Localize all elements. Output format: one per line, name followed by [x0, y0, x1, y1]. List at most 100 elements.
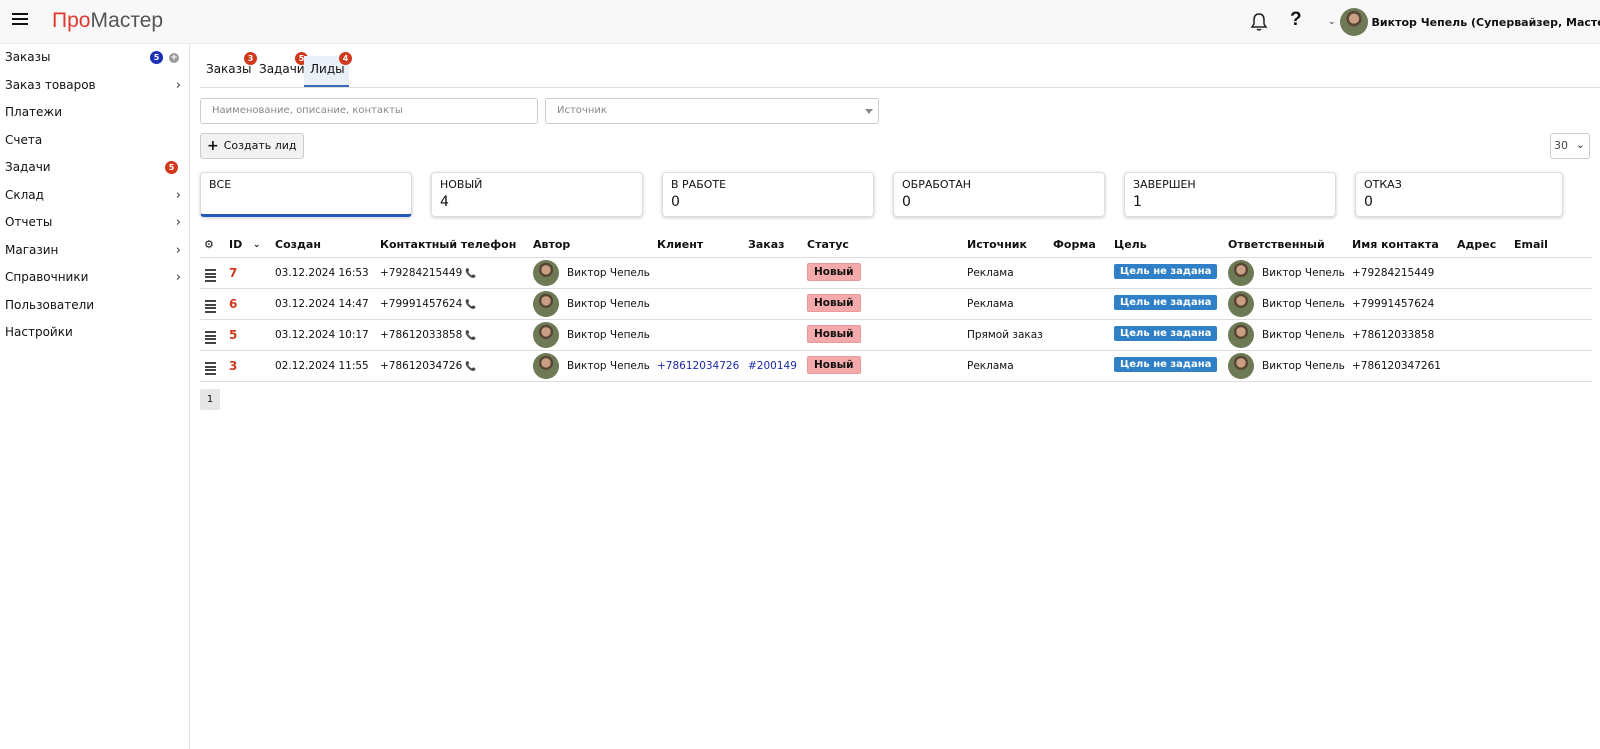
- sidebar-item-payments[interactable]: Платежи: [0, 99, 189, 127]
- search-input[interactable]: Наименование, описание, контакты: [200, 98, 538, 124]
- col-form[interactable]: Форма: [1053, 238, 1096, 251]
- status-card-processed[interactable]: ОБРАБОТАН 0: [893, 172, 1105, 217]
- top-bar: ПроМастер ? ⌄ Виктор Чепель (Супервайзер…: [0, 0, 1600, 44]
- chevron-down-icon: ⌄: [1575, 138, 1585, 151]
- col-order[interactable]: Заказ: [748, 238, 785, 251]
- client-link[interactable]: +78612034726: [657, 360, 739, 372]
- row-menu-icon[interactable]: [205, 300, 216, 314]
- orders-count-badge: 5: [150, 51, 163, 64]
- sidebar-item-warehouse[interactable]: Склад ›: [0, 182, 189, 210]
- goal-badge[interactable]: Цель не задана: [1114, 357, 1218, 372]
- sort-chevron-icon[interactable]: ⌄: [253, 240, 261, 250]
- contact-phone: +78612034726 📞: [380, 360, 477, 372]
- sidebar-item-tasks[interactable]: Задачи 5: [0, 154, 189, 182]
- col-address[interactable]: Адрес: [1457, 238, 1496, 251]
- table-row[interactable]: 5 03.12.2024 10:17 +78612033858 📞 Виктор …: [200, 320, 1592, 351]
- avatar: [1339, 8, 1368, 36]
- contact-name: +78612033858: [1352, 329, 1435, 341]
- responsible: Виктор Чепель: [1228, 353, 1345, 379]
- app-logo[interactable]: ПроМастер: [52, 9, 163, 33]
- phone-icon[interactable]: 📞: [465, 331, 476, 341]
- avatar: [533, 260, 559, 286]
- tab-tasks[interactable]: Задачи 5: [253, 52, 311, 87]
- contact-name: +79991457624: [1352, 298, 1435, 310]
- col-email[interactable]: Email: [1514, 238, 1548, 251]
- create-lead-button[interactable]: + Создать лид: [200, 133, 304, 159]
- source-select[interactable]: Источник: [545, 98, 879, 124]
- table-row[interactable]: 3 02.12.2024 11:55 +78612034726 📞 Виктор …: [200, 351, 1592, 382]
- row-menu-icon[interactable]: [205, 362, 216, 376]
- status-card-all[interactable]: ВСЕ: [200, 172, 412, 217]
- tab-leads[interactable]: Лиды 4: [304, 52, 352, 87]
- col-author[interactable]: Автор: [533, 238, 570, 251]
- col-status[interactable]: Статус: [807, 238, 849, 251]
- bell-icon[interactable]: [1250, 12, 1268, 32]
- col-created[interactable]: Создан: [275, 238, 321, 251]
- goal-badge[interactable]: Цель не задана: [1114, 264, 1218, 279]
- source: Реклама: [967, 298, 1014, 310]
- table-header: ⚙ ID ⌄ Создан Контактный телефон Автор К…: [200, 233, 1592, 258]
- menu-icon[interactable]: [12, 13, 28, 29]
- author: Виктор Чепель: [533, 353, 650, 379]
- col-responsible[interactable]: Ответственный: [1228, 238, 1325, 251]
- plus-icon: +: [207, 138, 219, 154]
- col-contact-name[interactable]: Имя контакта: [1352, 238, 1439, 251]
- tab-orders[interactable]: Заказы 3: [200, 52, 258, 87]
- status-cards: ВСЕ НОВЫЙ 4 В РАБОТЕ 0 ОБРАБОТАН 0 ЗАВЕР…: [200, 172, 1592, 218]
- status-card-new[interactable]: НОВЫЙ 4: [431, 172, 643, 217]
- table-row[interactable]: 7 03.12.2024 16:53 +79284215449 📞 Виктор …: [200, 258, 1592, 289]
- avatar: [1228, 322, 1254, 348]
- sidebar-item-shop[interactable]: Магазин ›: [0, 237, 189, 265]
- source: Реклама: [967, 267, 1014, 279]
- col-goal[interactable]: Цель: [1114, 238, 1147, 251]
- col-phone[interactable]: Контактный телефон: [380, 238, 516, 251]
- sidebar-item-settings[interactable]: Настройки: [0, 319, 189, 347]
- avatar: [1228, 291, 1254, 317]
- sidebar-item-product-orders[interactable]: Заказ товаров ›: [0, 72, 189, 100]
- per-page-select[interactable]: 30 ⌄: [1550, 133, 1590, 159]
- sidebar-item-orders[interactable]: Заказы 5 +: [0, 44, 189, 72]
- sidebar-item-references[interactable]: Справочники ›: [0, 264, 189, 292]
- goal-badge[interactable]: Цель не задана: [1114, 295, 1218, 310]
- col-source[interactable]: Источник: [967, 238, 1027, 251]
- responsible: Виктор Чепель: [1228, 322, 1345, 348]
- sidebar-item-reports[interactable]: Отчеты ›: [0, 209, 189, 237]
- status-card-rejected[interactable]: ОТКАЗ 0: [1355, 172, 1563, 217]
- chevron-right-icon: ›: [175, 77, 181, 93]
- created-date: 03.12.2024 14:47: [275, 298, 369, 310]
- order-link[interactable]: #200149: [748, 360, 797, 372]
- user-menu[interactable]: ⌄ Виктор Чепель (Супервайзер, Мастер): [1328, 6, 1600, 38]
- caret-down-icon: [865, 109, 873, 114]
- col-client[interactable]: Клиент: [657, 238, 703, 251]
- status-badge: Новый: [807, 356, 861, 374]
- col-id[interactable]: ID: [229, 238, 242, 251]
- help-icon[interactable]: ?: [1290, 9, 1302, 31]
- contact-phone: +78612033858 📞: [380, 329, 477, 341]
- status-card-in-progress[interactable]: В РАБОТЕ 0: [662, 172, 874, 217]
- pagination-page-1[interactable]: 1: [200, 389, 220, 410]
- avatar: [533, 291, 559, 317]
- author: Виктор Чепель: [533, 260, 650, 286]
- tasks-count-badge: 5: [165, 161, 178, 174]
- phone-icon[interactable]: 📞: [465, 362, 476, 372]
- avatar: [1228, 353, 1254, 379]
- lead-id[interactable]: 3: [229, 359, 237, 373]
- author: Виктор Чепель: [533, 322, 650, 348]
- responsible: Виктор Чепель: [1228, 291, 1345, 317]
- sidebar-item-invoices[interactable]: Счета: [0, 127, 189, 155]
- lead-id[interactable]: 5: [229, 328, 237, 342]
- goal-badge[interactable]: Цель не задана: [1114, 326, 1218, 341]
- row-menu-icon[interactable]: [205, 331, 216, 345]
- phone-icon[interactable]: 📞: [465, 300, 476, 310]
- gear-icon[interactable]: ⚙: [204, 238, 214, 251]
- tab-badge: 4: [339, 52, 352, 65]
- sidebar-item-users[interactable]: Пользователи: [0, 292, 189, 320]
- lead-id[interactable]: 6: [229, 297, 237, 311]
- table-row[interactable]: 6 03.12.2024 14:47 +79991457624 📞 Виктор …: [200, 289, 1592, 320]
- add-order-icon[interactable]: +: [169, 53, 179, 63]
- row-menu-icon[interactable]: [205, 269, 216, 283]
- lead-id[interactable]: 7: [229, 266, 237, 280]
- status-card-completed[interactable]: ЗАВЕРШЕН 1: [1124, 172, 1336, 217]
- contact-phone: +79991457624 📞: [380, 298, 477, 310]
- phone-icon[interactable]: 📞: [465, 269, 476, 279]
